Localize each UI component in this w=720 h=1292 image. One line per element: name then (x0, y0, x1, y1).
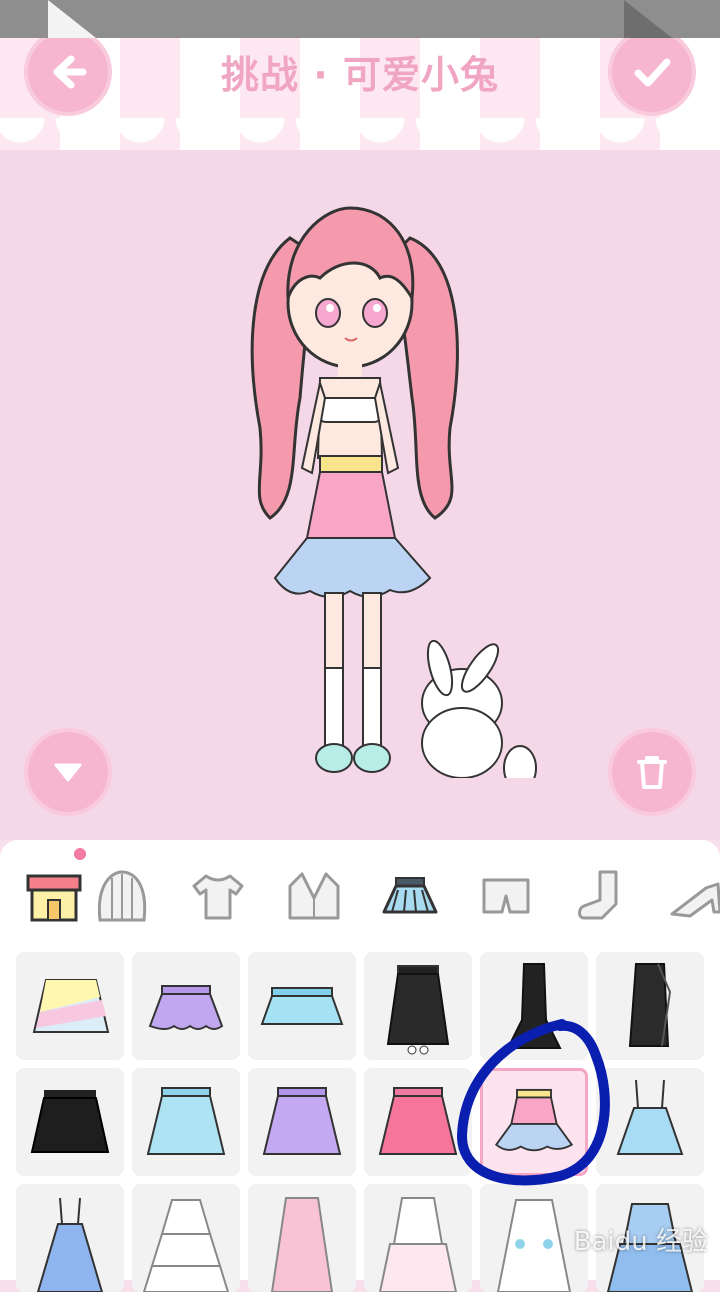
trash-icon (637, 756, 667, 789)
item-tile-white-bow-skirt[interactable] (480, 1184, 588, 1292)
item-tile-pink-long-skirt[interactable] (248, 1184, 356, 1292)
checkmark-icon (634, 58, 671, 87)
item-tile-white-tiered-skirt[interactable] (132, 1184, 240, 1292)
hair-icon (97, 870, 147, 922)
status-corner-right (624, 0, 672, 38)
item-tile-white-ruffle-skirt[interactable] (364, 1184, 472, 1292)
blue-overall-dress-icon (36, 1197, 104, 1292)
delete-button[interactable] (608, 728, 696, 816)
white-bow-skirt-icon (496, 1199, 572, 1292)
item-tile-blue-pleated-skirt[interactable] (248, 952, 356, 1060)
lightblue-pleated-skirt-icon (146, 1087, 226, 1155)
category-tab-jacket[interactable] (282, 864, 346, 928)
awning-scallop (0, 118, 720, 158)
category-tab-hair[interactable] (90, 864, 154, 928)
white-ruffle-skirt-icon (378, 1197, 458, 1292)
arrow-left-icon (53, 55, 87, 89)
collapse-button[interactable] (24, 728, 112, 816)
category-tab-shorts[interactable] (474, 864, 538, 928)
status-bar (0, 0, 720, 38)
dressup-stage: 挑战 · 可爱小兔 (0, 38, 720, 840)
shop-icon (26, 874, 82, 922)
watermark: Baidu 经验 (573, 1227, 708, 1257)
shorts-icon (482, 878, 530, 914)
sock-icon (578, 870, 618, 920)
category-tab-top[interactable] (186, 864, 250, 928)
black-pleated-skirt-icon (30, 1090, 110, 1153)
status-corner-left (48, 0, 96, 38)
blue-pleated-skirt-icon (260, 987, 344, 1025)
wardrobe-panel: Baidu 经验 (0, 840, 720, 1292)
item-tile-lightblue-pleated-skirt[interactable] (132, 1068, 240, 1176)
heel-shoe-icon (670, 882, 720, 918)
chevron-down-icon (54, 763, 82, 782)
character-avatar[interactable] (230, 198, 550, 778)
rainbow-mini-skirt-icon (32, 979, 110, 1033)
highlight-circle-annotation (456, 1019, 610, 1186)
category-tab-shop[interactable] (22, 864, 86, 928)
white-tiered-skirt-icon (142, 1199, 230, 1292)
tshirt-icon (192, 874, 244, 920)
purple-scalloped-skirt-icon (148, 985, 224, 1030)
category-tab-skirt[interactable] (378, 864, 442, 928)
notification-badge (74, 848, 86, 860)
pink-long-skirt-icon (270, 1197, 334, 1292)
item-tile-rainbow-mini-skirt[interactable] (16, 952, 124, 1060)
category-tab-shoes[interactable] (666, 864, 720, 928)
item-tile-purple-scalloped-skirt[interactable] (132, 952, 240, 1060)
skirt-icon (382, 877, 438, 914)
item-tile-black-pleated-skirt[interactable] (16, 1068, 124, 1176)
category-tab-socks[interactable] (570, 864, 634, 928)
jacket-icon (288, 872, 340, 920)
item-tile-lavender-pleated-skirt[interactable] (248, 1068, 356, 1176)
lavender-pleated-skirt-icon (262, 1087, 342, 1155)
item-tile-blue-overall-dress[interactable] (16, 1184, 124, 1292)
